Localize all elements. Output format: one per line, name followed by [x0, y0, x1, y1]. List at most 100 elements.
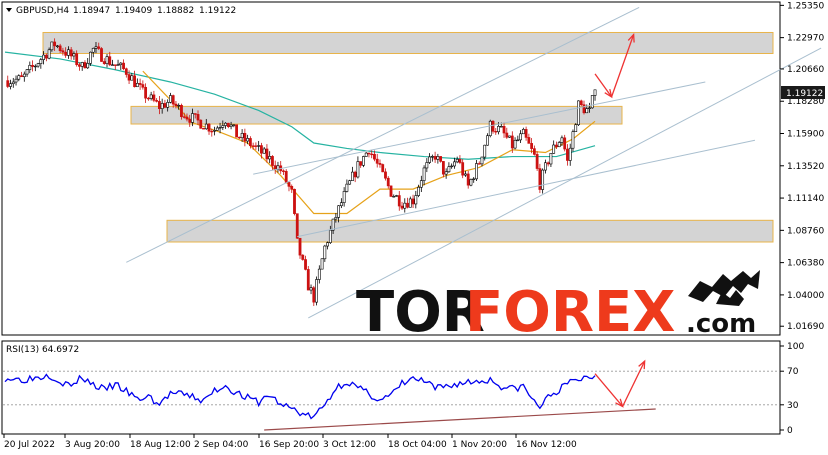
candle-body	[386, 177, 390, 187]
candle-body	[237, 136, 241, 139]
candle-body	[312, 287, 316, 303]
candle-body	[491, 120, 495, 132]
candle-body	[348, 180, 352, 185]
rsi-tick-label: 30	[787, 401, 799, 411]
candle-body	[364, 152, 368, 157]
last-price-value: 1.19122	[786, 89, 823, 99]
candle-body	[268, 156, 272, 160]
candle-body	[403, 202, 407, 209]
candle-body	[53, 41, 57, 47]
candle-body	[328, 229, 332, 243]
candle-body	[28, 64, 32, 70]
candle-body	[138, 83, 142, 85]
candle-body	[149, 94, 153, 99]
candle-body	[17, 75, 21, 80]
candle-body	[158, 101, 161, 109]
watermark-forex: FOREX	[465, 280, 675, 345]
candle-body	[254, 145, 258, 147]
candle-body	[78, 64, 81, 67]
low-value: 1.18882	[157, 6, 194, 16]
last-price-label: 1.19122	[781, 86, 825, 99]
candle-body	[494, 131, 498, 133]
zone-0	[42, 31, 774, 54]
candle-body	[97, 46, 101, 49]
candle-body	[14, 78, 18, 83]
candle-body	[389, 185, 393, 197]
candle-body	[196, 114, 200, 121]
candle-body	[477, 163, 481, 165]
price-tick-label: 1.04000	[787, 291, 824, 301]
candle-body	[527, 137, 531, 144]
candle-body	[320, 258, 324, 270]
candle-body	[436, 156, 440, 160]
candle-body	[135, 83, 139, 88]
candle-body	[472, 178, 476, 180]
candle-body	[42, 54, 46, 60]
candle-body	[339, 202, 343, 207]
candle-body	[116, 64, 120, 66]
candle-body	[108, 56, 112, 66]
candle-body	[444, 171, 448, 175]
candle-body	[453, 161, 456, 167]
watermark-com: .com	[686, 309, 756, 339]
candle-body	[193, 113, 197, 115]
candle-body	[226, 122, 230, 127]
candle-body	[530, 143, 534, 149]
candle-body	[144, 86, 148, 99]
price-tick-label: 1.22970	[787, 34, 824, 44]
candle-body	[39, 59, 43, 64]
candle-body	[356, 161, 360, 178]
candle-body	[519, 133, 522, 141]
candle-body	[466, 173, 470, 186]
candle-body	[362, 156, 365, 166]
candle-body	[342, 191, 346, 203]
candle-body	[334, 217, 338, 220]
candle-body	[359, 161, 363, 166]
candle-body	[483, 144, 487, 158]
candle-body	[213, 130, 216, 132]
candle-body	[566, 148, 569, 161]
candle-body	[232, 124, 236, 126]
time-tick-label: 16 Nov 12:00	[516, 440, 577, 450]
candle-body	[579, 100, 583, 105]
candle-body	[461, 162, 465, 176]
close-value: 1.19122	[199, 6, 236, 16]
candle-body	[524, 129, 528, 138]
candle-body	[44, 54, 48, 59]
price-tick-label: 1.20660	[787, 65, 824, 75]
candle-body	[419, 180, 423, 188]
candle-body	[375, 158, 379, 164]
candle-body	[111, 64, 114, 66]
candle-body	[248, 138, 252, 147]
symbol-label: GBPUSD,H4	[16, 6, 69, 16]
candle-body	[552, 144, 556, 154]
price-tick-label: 1.15900	[787, 130, 824, 140]
candle-body	[94, 46, 98, 49]
candle-body	[370, 153, 374, 156]
price-tick-label: 1.11140	[787, 194, 824, 204]
high-value: 1.19409	[115, 6, 152, 16]
candle-body	[31, 64, 34, 67]
candle-body	[72, 53, 76, 57]
candle-body	[130, 75, 134, 81]
candle-body	[271, 156, 274, 166]
candle-body	[204, 123, 208, 130]
candle-body	[480, 156, 484, 165]
price-tick-label: 1.25350	[787, 1, 824, 11]
candle-body	[549, 153, 553, 165]
candle-body	[574, 124, 578, 132]
candle-body	[69, 49, 73, 57]
candle-body	[199, 119, 203, 129]
candle-body	[119, 62, 123, 66]
candle-body	[557, 142, 561, 148]
candle-body	[568, 147, 572, 161]
candle-body	[378, 163, 382, 165]
candle-body	[210, 130, 214, 133]
candle-body	[502, 126, 506, 134]
candle-body	[309, 287, 313, 291]
candle-body	[9, 83, 12, 87]
candle-body	[425, 162, 429, 169]
time-tick-label: 1 Nov 20:00	[452, 440, 507, 450]
price-tick-label: 1.13520	[787, 162, 824, 172]
candle-body	[180, 104, 183, 117]
